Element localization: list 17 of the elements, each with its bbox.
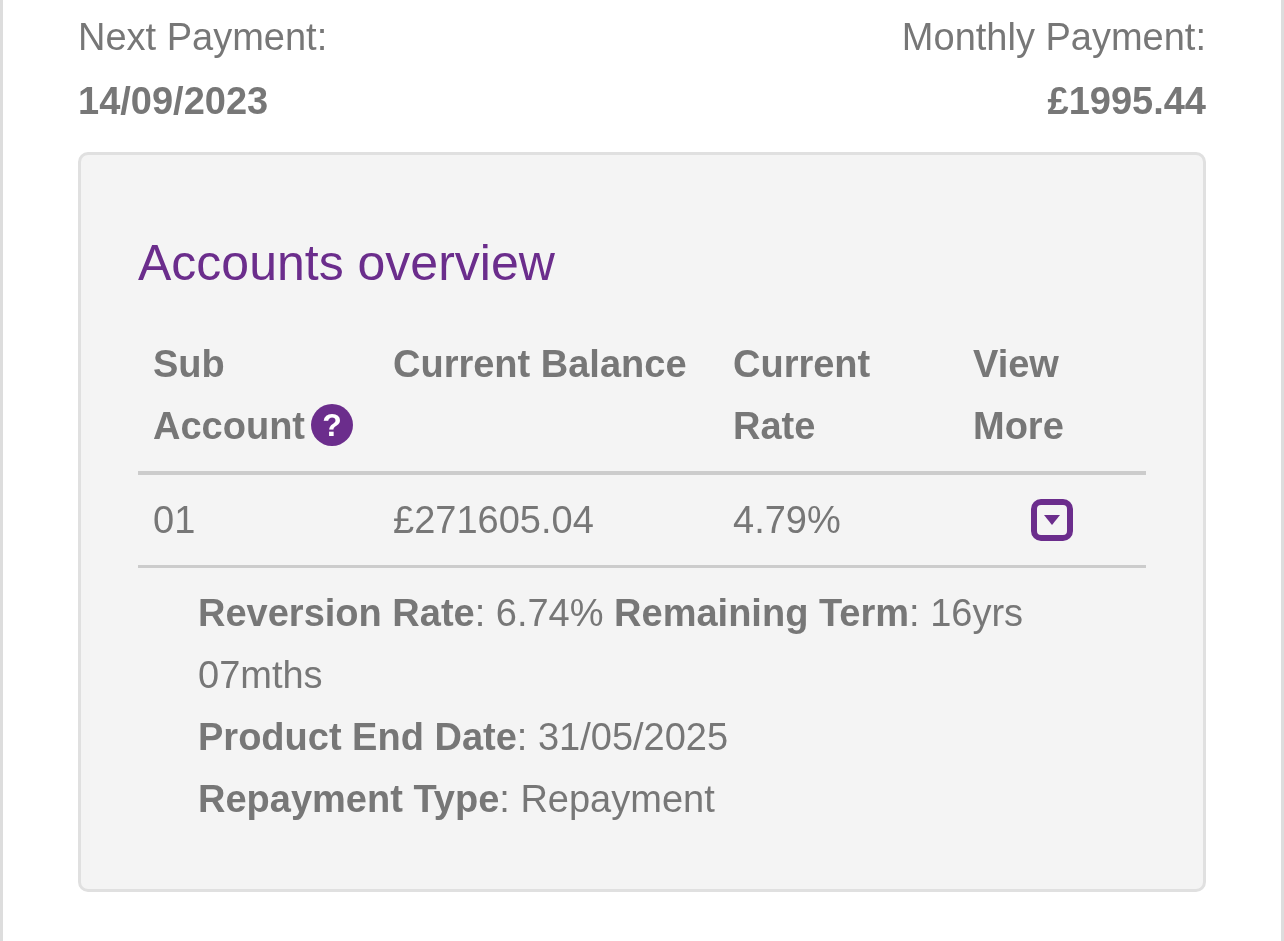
section-title: Accounts overview	[138, 234, 556, 293]
detail-text: Reversion Rate: 6.74% Remaining Term: 16yrs 07mths	[198, 591, 1025, 698]
table-cell: £271605.04	[378, 473, 718, 567]
help-icon[interactable]: ?	[311, 404, 353, 446]
payment-value: 14/09/2023	[78, 79, 270, 124]
column-header: Current Rate	[733, 343, 871, 447]
payment-label: Next Payment:	[78, 15, 328, 60]
column-header: Current Balance	[393, 343, 687, 385]
detail-text: Repayment Type: Repayment	[198, 777, 716, 822]
detail-text: Product End Date: 31/05/2025	[198, 715, 730, 760]
payment-label: Monthly Payment:	[901, 15, 1206, 60]
table-cell: 01	[138, 473, 378, 567]
column-header: Sub Account	[153, 343, 305, 447]
column-header: View More	[973, 343, 1064, 447]
table-cell: 4.79%	[718, 473, 958, 567]
payment-value: £1995.44	[1047, 79, 1206, 124]
toggle-icon[interactable]	[1031, 499, 1073, 541]
